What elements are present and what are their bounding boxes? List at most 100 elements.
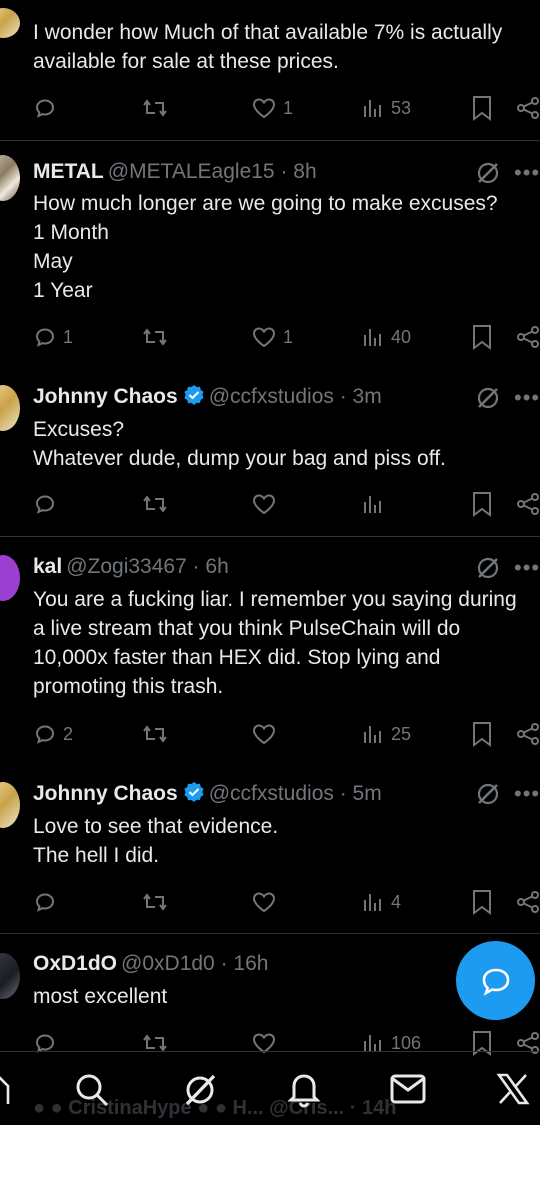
handle-time[interactable]: @Zogi33467 · 6h xyxy=(66,555,229,578)
tweet-header: Johnny Chaos @ccfxstudios · 5m xyxy=(33,781,470,807)
share-button[interactable] xyxy=(515,323,540,351)
repost-button[interactable] xyxy=(141,490,175,518)
more-icon[interactable]: ••• xyxy=(514,557,540,579)
reply-button[interactable] xyxy=(33,888,63,916)
views-button[interactable]: 53 xyxy=(361,94,411,122)
more-icon[interactable]: ••• xyxy=(514,783,540,805)
heart-icon xyxy=(252,724,276,745)
handle-time[interactable]: @ccfxstudios · 5m xyxy=(209,782,382,805)
reply-icon xyxy=(35,725,55,744)
grok-icon[interactable] xyxy=(475,781,501,807)
share-icon xyxy=(517,97,539,119)
tweet-header: METAL @METALEagle15 · 8h xyxy=(33,159,470,185)
bookmark-button[interactable] xyxy=(471,323,493,351)
avatar[interactable] xyxy=(0,555,20,601)
repost-button[interactable] xyxy=(141,888,175,916)
display-name[interactable]: OxD1dO xyxy=(33,952,117,975)
repost-icon xyxy=(143,99,167,117)
search-icon[interactable] xyxy=(74,1072,110,1108)
avatar[interactable] xyxy=(0,953,20,999)
like-button[interactable]: 1 xyxy=(251,94,293,122)
bookmark-icon xyxy=(473,1031,491,1056)
views-button[interactable]: 4 xyxy=(361,888,401,916)
tweet-text: Excuses? Whatever dude, dump your bag an… xyxy=(33,418,446,470)
divider xyxy=(0,933,540,934)
avatar[interactable] xyxy=(0,155,20,201)
heart-icon xyxy=(252,892,276,913)
bookmark-icon xyxy=(473,890,491,915)
reply-count: 1 xyxy=(63,326,74,347)
repost-button[interactable] xyxy=(141,323,175,351)
views-button[interactable] xyxy=(361,490,391,518)
tweet-text: You are a fucking liar. I remember you s… xyxy=(33,588,517,698)
handle-time[interactable]: @0xD1d0 · 16h xyxy=(121,952,268,975)
avatar[interactable] xyxy=(0,782,20,828)
display-name[interactable]: kal xyxy=(33,555,62,578)
views-count: 4 xyxy=(391,891,402,912)
bookmark-button[interactable] xyxy=(471,490,493,518)
messages-icon[interactable] xyxy=(390,1074,426,1104)
x-logo-icon[interactable] xyxy=(496,1072,530,1106)
bookmark-icon xyxy=(473,722,491,747)
reply-button[interactable]: 2 xyxy=(33,720,73,748)
share-icon xyxy=(517,493,539,515)
avatar[interactable] xyxy=(0,385,20,431)
share-button[interactable] xyxy=(515,888,540,916)
like-button[interactable] xyxy=(251,720,283,748)
bookmark-icon xyxy=(473,325,491,350)
reply-button[interactable]: 1 xyxy=(33,323,73,351)
repost-icon xyxy=(143,893,167,911)
share-button[interactable] xyxy=(515,490,540,518)
reply-icon xyxy=(35,893,55,912)
reply-button[interactable] xyxy=(33,94,63,122)
bookmark-icon xyxy=(473,492,491,517)
repost-icon xyxy=(143,328,167,346)
handle-time[interactable]: @METALEagle15 · 8h xyxy=(108,160,317,183)
more-icon[interactable]: ••• xyxy=(514,162,540,184)
like-button[interactable] xyxy=(251,1029,283,1057)
verified-badge-icon xyxy=(184,782,204,802)
like-count: 1 xyxy=(283,97,294,118)
heart-icon xyxy=(252,98,276,119)
grok-icon[interactable] xyxy=(475,160,501,186)
compose-reply-icon xyxy=(482,968,509,996)
divider xyxy=(0,140,540,141)
like-button[interactable] xyxy=(251,888,283,916)
share-button[interactable] xyxy=(515,94,540,122)
share-button[interactable] xyxy=(515,1029,540,1057)
heart-icon xyxy=(252,327,276,348)
views-button[interactable]: 40 xyxy=(361,323,411,351)
display-name[interactable]: Johnny Chaos xyxy=(33,385,178,408)
share-button[interactable] xyxy=(515,720,540,748)
views-count: 40 xyxy=(391,326,412,347)
reply-button[interactable] xyxy=(33,490,63,518)
divider xyxy=(0,1051,540,1052)
more-icon[interactable]: ••• xyxy=(514,387,540,409)
share-icon xyxy=(517,891,539,913)
grok-icon[interactable] xyxy=(475,555,501,581)
like-button[interactable]: 1 xyxy=(251,323,293,351)
repost-button[interactable] xyxy=(141,1029,175,1057)
bookmark-icon xyxy=(473,96,491,121)
grok-icon[interactable] xyxy=(475,385,501,411)
grok-nav-icon[interactable] xyxy=(182,1072,218,1108)
compose-reply-button[interactable] xyxy=(456,941,535,1020)
bookmark-button[interactable] xyxy=(471,720,493,748)
display-name[interactable]: Johnny Chaos xyxy=(33,782,178,805)
handle-time[interactable]: @ccfxstudios · 3m xyxy=(209,385,382,408)
home-icon[interactable] xyxy=(0,1074,10,1106)
views-button[interactable]: 106 xyxy=(361,1029,421,1057)
repost-button[interactable] xyxy=(141,94,175,122)
bookmark-button[interactable] xyxy=(471,1029,493,1057)
reply-button[interactable] xyxy=(33,1029,63,1057)
like-button[interactable] xyxy=(251,490,283,518)
views-icon xyxy=(364,726,381,743)
avatar[interactable] xyxy=(0,8,20,38)
repost-button[interactable] xyxy=(141,720,175,748)
notifications-icon[interactable] xyxy=(286,1070,322,1108)
bookmark-button[interactable] xyxy=(471,94,493,122)
views-button[interactable]: 25 xyxy=(361,720,411,748)
bookmark-button[interactable] xyxy=(471,888,493,916)
display-name[interactable]: METAL xyxy=(33,160,104,183)
reply-icon xyxy=(35,495,55,514)
